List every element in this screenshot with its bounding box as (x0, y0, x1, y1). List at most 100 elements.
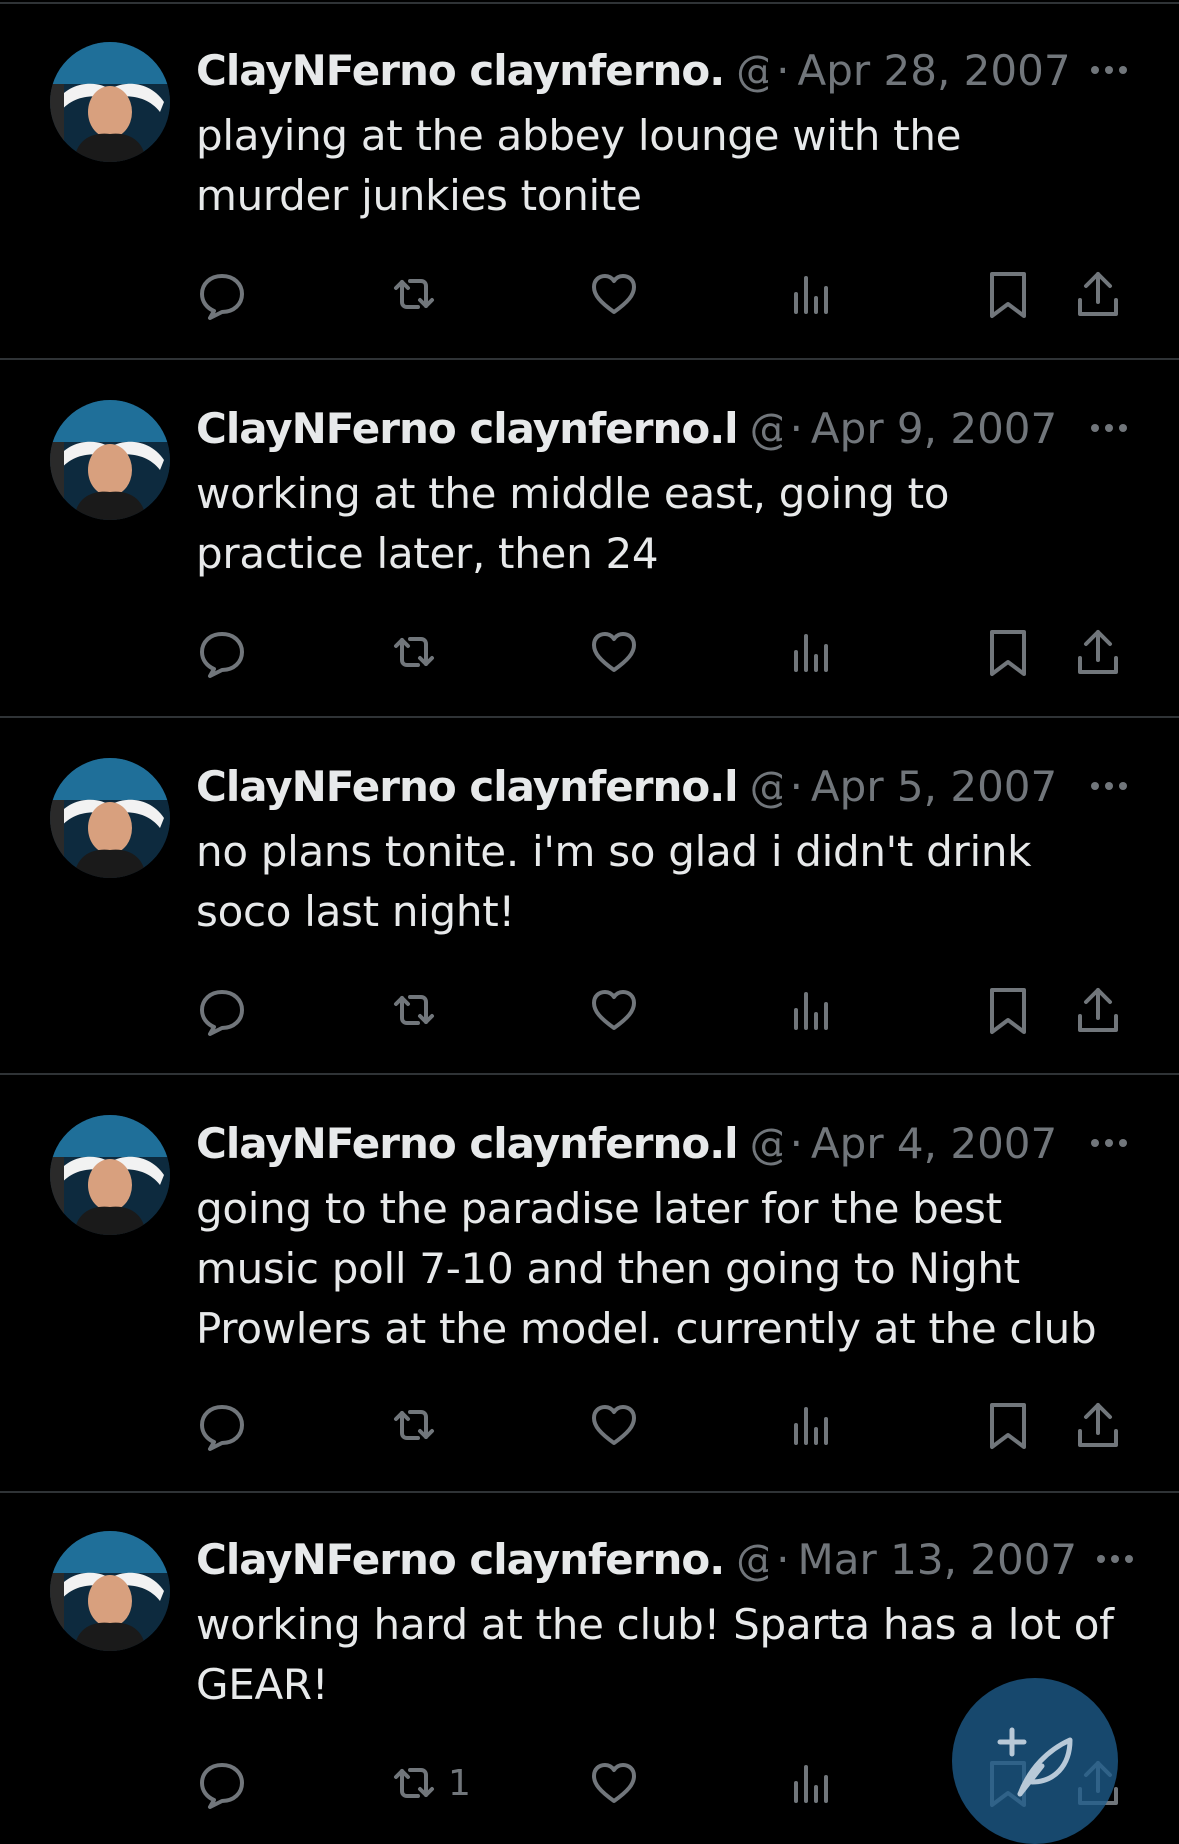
views-button[interactable] (784, 264, 836, 324)
retweet-button[interactable] (388, 622, 448, 682)
retweet-button[interactable]: 1 (388, 1753, 471, 1813)
share-icon (1078, 1403, 1118, 1447)
more-options-icon[interactable] (1071, 66, 1127, 74)
timeline-feed: ClayNFerno claynferno. @ · Apr 28, 2007 … (0, 0, 1179, 1844)
avatar[interactable] (50, 758, 170, 878)
views-button[interactable] (784, 980, 836, 1040)
views-icon (794, 1407, 828, 1445)
like-icon (592, 1405, 636, 1445)
tweet-text: going to the paradise later for the best… (196, 1184, 1097, 1353)
bookmark-button[interactable] (982, 622, 1034, 682)
bookmark-icon (990, 272, 1026, 318)
retweet-icon (394, 995, 434, 1025)
like-button[interactable] (588, 264, 640, 324)
reply-icon (200, 632, 244, 678)
retweet-button[interactable] (388, 980, 448, 1040)
share-button[interactable] (1072, 980, 1124, 1040)
like-button[interactable] (588, 1753, 640, 1813)
reply-button[interactable] (196, 1395, 248, 1455)
action-bar (0, 1395, 1179, 1455)
handle[interactable]: @( (750, 404, 782, 453)
views-icon (794, 276, 828, 314)
timestamp[interactable]: Apr 4, 2007 (811, 1119, 1057, 1168)
action-bar (0, 264, 1179, 324)
separator-dot: · (789, 761, 803, 811)
views-button[interactable] (784, 1753, 836, 1813)
reply-button[interactable] (196, 1753, 248, 1813)
display-name[interactable]: ClayNFerno claynferno. (196, 46, 725, 95)
reply-button[interactable] (196, 980, 248, 1040)
tweet[interactable]: ClayNFerno claynferno.l @( · Apr 5, 2007… (0, 716, 1179, 1073)
more-options-icon[interactable] (1071, 782, 1127, 790)
bookmark-icon (990, 988, 1026, 1034)
reply-button[interactable] (196, 264, 248, 324)
display-name[interactable]: ClayNFerno claynferno. (196, 1535, 725, 1584)
like-icon (592, 274, 636, 314)
share-button[interactable] (1072, 622, 1124, 682)
timestamp[interactable]: Apr 28, 2007 (798, 46, 1071, 95)
retweet-button[interactable] (388, 1395, 448, 1455)
separator-dot: · (776, 45, 790, 95)
avatar[interactable] (50, 1115, 170, 1235)
display-name[interactable]: ClayNFerno claynferno.l (196, 404, 739, 453)
handle[interactable]: @( (750, 1119, 782, 1168)
tweet[interactable]: ClayNFerno claynferno.l @( · Apr 4, 2007… (0, 1073, 1179, 1491)
reply-icon (200, 990, 244, 1036)
action-bar (0, 980, 1179, 1040)
compose-button[interactable] (952, 1678, 1118, 1844)
tweet[interactable]: ClayNFerno claynferno.l @( · Apr 9, 2007… (0, 358, 1179, 716)
tweet-header: ClayNFerno claynferno.l @( · Apr 4, 2007 (196, 1117, 1127, 1169)
views-icon (794, 1765, 828, 1803)
like-icon (592, 1763, 636, 1803)
tweet-header: ClayNFerno claynferno.l @( · Apr 5, 2007 (196, 760, 1127, 812)
retweet-icon (394, 637, 434, 667)
compose-feather-icon (997, 1727, 1073, 1797)
share-button[interactable] (1072, 264, 1124, 324)
reply-icon (200, 1405, 244, 1451)
separator-dot: · (789, 1118, 803, 1168)
timestamp[interactable]: Mar 13, 2007 (798, 1535, 1078, 1584)
display-name[interactable]: ClayNFerno claynferno.l (196, 762, 739, 811)
like-button[interactable] (588, 622, 640, 682)
bookmark-icon (990, 1403, 1026, 1449)
views-button[interactable] (784, 622, 836, 682)
display-name[interactable]: ClayNFerno claynferno.l (196, 1119, 739, 1168)
bookmark-button[interactable] (982, 264, 1034, 324)
retweet-button[interactable] (388, 264, 448, 324)
more-options-icon[interactable] (1071, 424, 1127, 432)
handle[interactable]: @ (736, 46, 768, 95)
reply-icon (200, 1763, 244, 1809)
reply-button[interactable] (196, 622, 248, 682)
action-bar (0, 622, 1179, 682)
share-icon (1078, 272, 1118, 316)
like-button[interactable] (588, 1395, 640, 1455)
tweet[interactable]: ClayNFerno claynferno. @ · Apr 28, 2007 … (0, 0, 1179, 358)
share-button[interactable] (1072, 1395, 1124, 1455)
share-icon (1078, 630, 1118, 674)
views-icon (794, 634, 828, 672)
reply-icon (200, 274, 244, 320)
tweet-header: ClayNFerno claynferno. @ · Mar 13, 2007 (196, 1533, 1134, 1585)
tweet-text: playing at the abbey lounge with the mur… (196, 111, 962, 220)
retweet-icon (394, 1410, 434, 1440)
avatar[interactable] (50, 1531, 170, 1651)
like-button[interactable] (588, 980, 640, 1040)
avatar[interactable] (50, 42, 170, 162)
more-options-icon[interactable] (1071, 1139, 1127, 1147)
handle[interactable]: @( (750, 762, 782, 811)
separator-dot: · (776, 1534, 790, 1584)
retweet-count: 1 (448, 1762, 471, 1804)
bookmark-icon (990, 630, 1026, 676)
like-icon (592, 632, 636, 672)
separator-dot: · (789, 403, 803, 453)
more-options-icon[interactable] (1077, 1555, 1134, 1563)
timestamp[interactable]: Apr 5, 2007 (811, 762, 1057, 811)
avatar[interactable] (50, 400, 170, 520)
like-icon (592, 990, 636, 1030)
timestamp[interactable]: Apr 9, 2007 (811, 404, 1057, 453)
handle[interactable]: @ (736, 1535, 768, 1584)
share-icon (1078, 988, 1118, 1032)
views-button[interactable] (784, 1395, 836, 1455)
bookmark-button[interactable] (982, 980, 1034, 1040)
bookmark-button[interactable] (982, 1395, 1034, 1455)
